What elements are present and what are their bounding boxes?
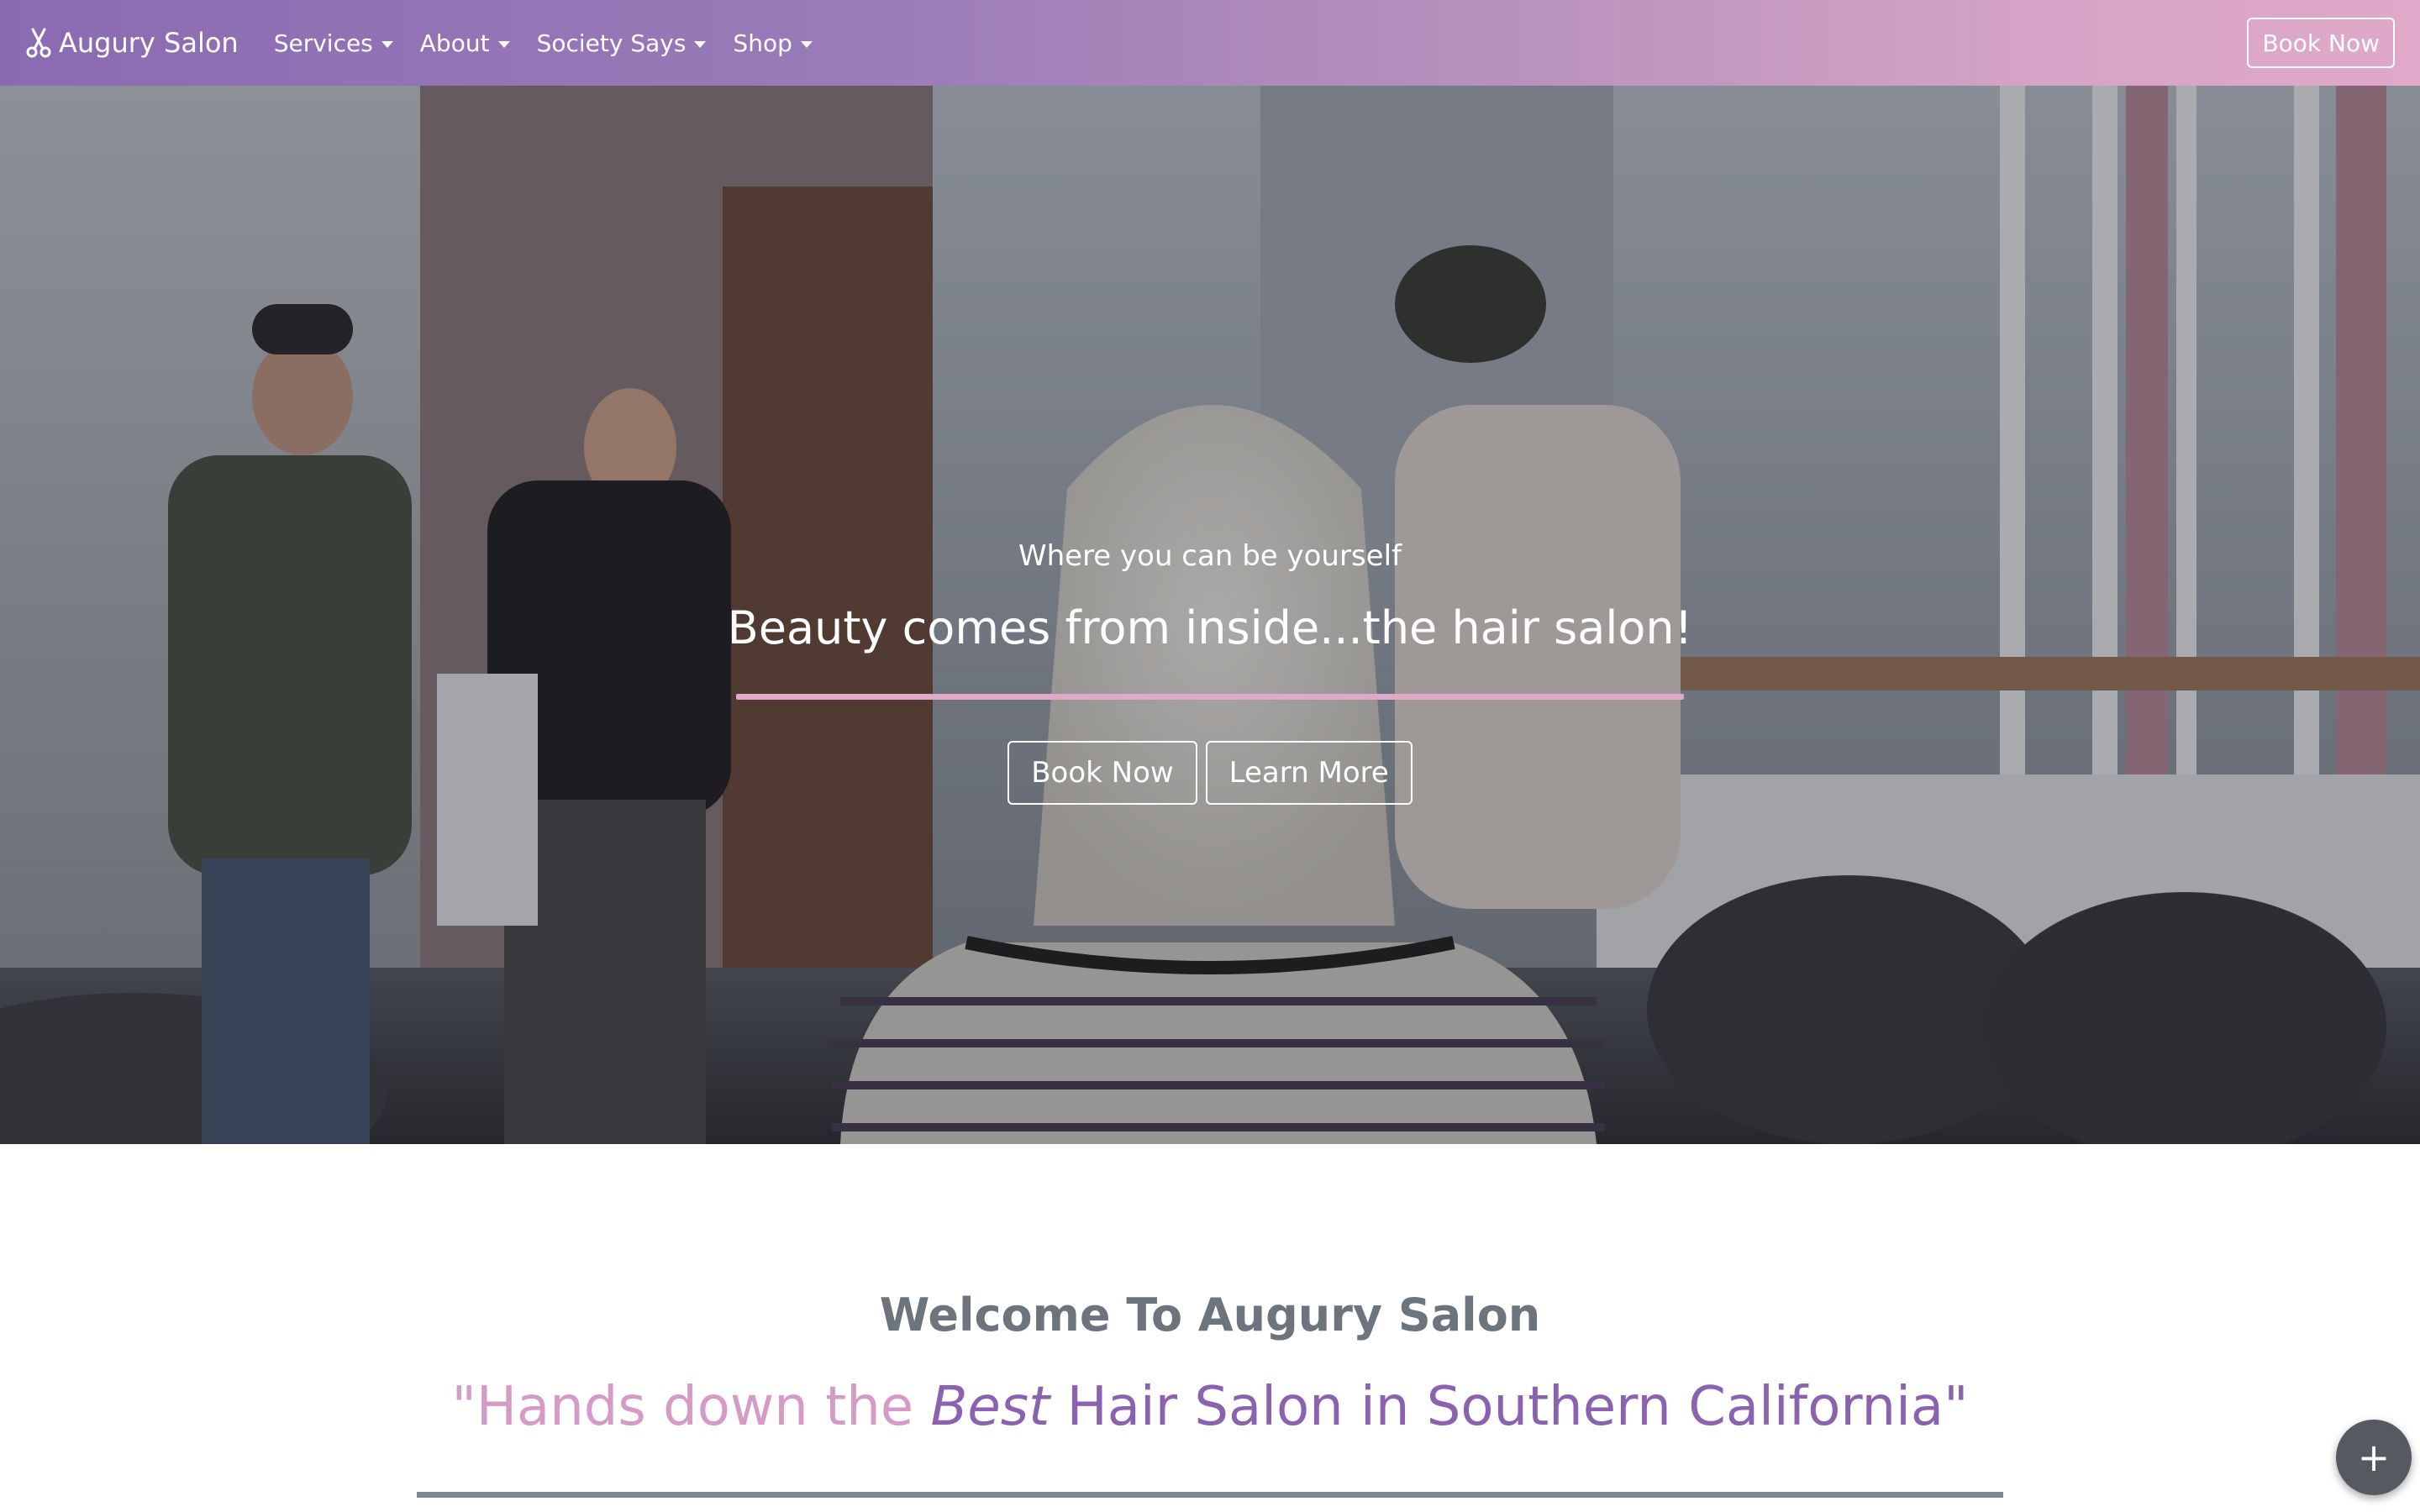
quote-rest-text: Hair Salon in Southern California": [1050, 1376, 1969, 1438]
brand-link[interactable]: Augury Salon: [25, 27, 239, 59]
hero-buttons: Book Now Learn More: [0, 741, 2420, 805]
brand-name: Augury Salon: [59, 27, 239, 59]
nav-shop-label: Shop: [733, 29, 792, 57]
caret-down-icon: [381, 40, 393, 48]
hero-title: Beauty comes from inside...the hair salo…: [727, 601, 1693, 654]
hero-learn-more-button[interactable]: Learn More: [1205, 741, 1413, 805]
hero-divider: [736, 694, 1684, 700]
quote-best-text: Best: [930, 1376, 1050, 1438]
welcome-quote: "Hands down the Best Hair Salon in South…: [0, 1376, 2420, 1438]
nav-society-says-dropdown[interactable]: Society Says: [537, 29, 707, 57]
plus-icon: +: [2357, 1435, 2391, 1480]
hero-book-now-button[interactable]: Book Now: [1007, 741, 1197, 805]
navbar-book-now-button[interactable]: Book Now: [2247, 18, 2395, 68]
scissors-icon: [26, 28, 51, 58]
hero-content: Where you can be yourself Beauty comes f…: [0, 86, 2420, 1144]
nav-about-label: About: [419, 29, 490, 57]
hero-section: Where you can be yourself Beauty comes f…: [0, 86, 2420, 1144]
nav-services-label: Services: [273, 29, 373, 57]
welcome-section: Welcome To Augury Salon "Hands down the …: [0, 1144, 2420, 1512]
floating-action-button[interactable]: +: [2336, 1420, 2412, 1495]
quote-open-text: "Hands down the: [451, 1376, 931, 1438]
hero-subtitle: Where you can be yourself: [1018, 539, 1402, 573]
caret-down-icon: [694, 40, 707, 48]
nav-shop-dropdown[interactable]: Shop: [733, 29, 813, 57]
caret-down-icon: [800, 40, 813, 48]
nav-services-dropdown[interactable]: Services: [274, 29, 393, 57]
welcome-divider: [417, 1492, 2003, 1498]
caret-down-icon: [497, 40, 510, 48]
top-navbar: Augury Salon Services About Society Says…: [0, 0, 2420, 86]
welcome-title: Welcome To Augury Salon: [879, 1289, 1541, 1341]
nav-about-dropdown[interactable]: About: [420, 29, 510, 57]
nav-society-says-label: Society Says: [536, 29, 687, 57]
